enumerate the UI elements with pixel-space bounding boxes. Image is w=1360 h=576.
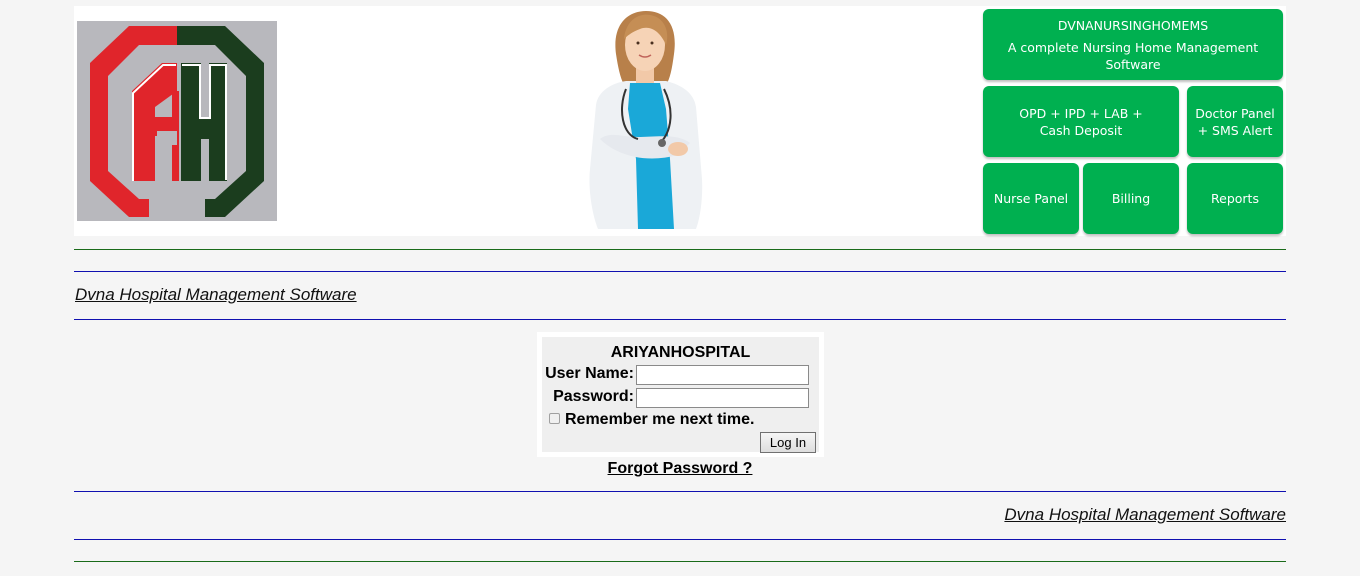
billing-label: Billing [1111,191,1151,206]
forgot-password-text[interactable]: Forgot Password ? [608,460,753,477]
password-input[interactable] [636,388,809,408]
login-panel: ARIYANHOSPITAL User Name: Password: Reme… [537,332,824,457]
divider-green-bottom [74,561,1286,562]
username-label: User Name: [545,365,634,382]
remember-me-checkbox[interactable] [549,413,560,424]
divider-blue-3 [74,491,1286,492]
nurse-panel-tile[interactable]: Nurse Panel [983,163,1079,234]
doctor-panel-tile[interactable]: Doctor Panel + SMS Alert [1187,86,1283,157]
nurse-icon [578,9,718,229]
doctor-panel-label: Doctor Panel + SMS Alert [1195,105,1275,138]
nurse-panel-label: Nurse Panel [993,191,1069,206]
login-form: ARIYANHOSPITAL User Name: Password: Reme… [542,337,819,453]
top-slogan-link[interactable]: Dvna Hospital Management Software [75,285,357,305]
divider-blue-4 [74,539,1286,540]
reports-tile[interactable]: Reports [1187,163,1283,234]
bottom-slogan-link[interactable]: Dvna Hospital Management Software [1004,505,1286,525]
billing-tile[interactable]: Billing [1083,163,1179,234]
forgot-password-link[interactable]: Forgot Password ? [0,460,1360,478]
divider-blue-1 [74,271,1286,272]
divider-green-top [74,249,1286,250]
nurse-image [578,9,718,229]
password-label: Password: [553,388,634,405]
reports-label: Reports [1211,191,1259,206]
hospital-name: ARIYANHOSPITAL [610,344,751,361]
brand-tile[interactable]: DVNANURSINGHOMEMS A complete Nursing Hom… [983,9,1283,80]
remember-me-label[interactable]: Remember me next time. [565,411,754,429]
opd-ipd-lab-tile[interactable]: OPD + IPD + LAB + Cash Deposit [983,86,1179,157]
username-input[interactable] [636,365,809,385]
brand-title: DVNANURSINGHOMEMS [1057,17,1209,33]
brand-subtitle: A complete Nursing Home Management Softw… [1007,39,1259,72]
login-button[interactable]: Log In [760,432,816,453]
ah-logo [77,21,277,221]
ah-logo-icon [77,21,277,221]
opd-ipd-lab-label: OPD + IPD + LAB + Cash Deposit [1019,105,1143,138]
divider-blue-2 [74,319,1286,320]
